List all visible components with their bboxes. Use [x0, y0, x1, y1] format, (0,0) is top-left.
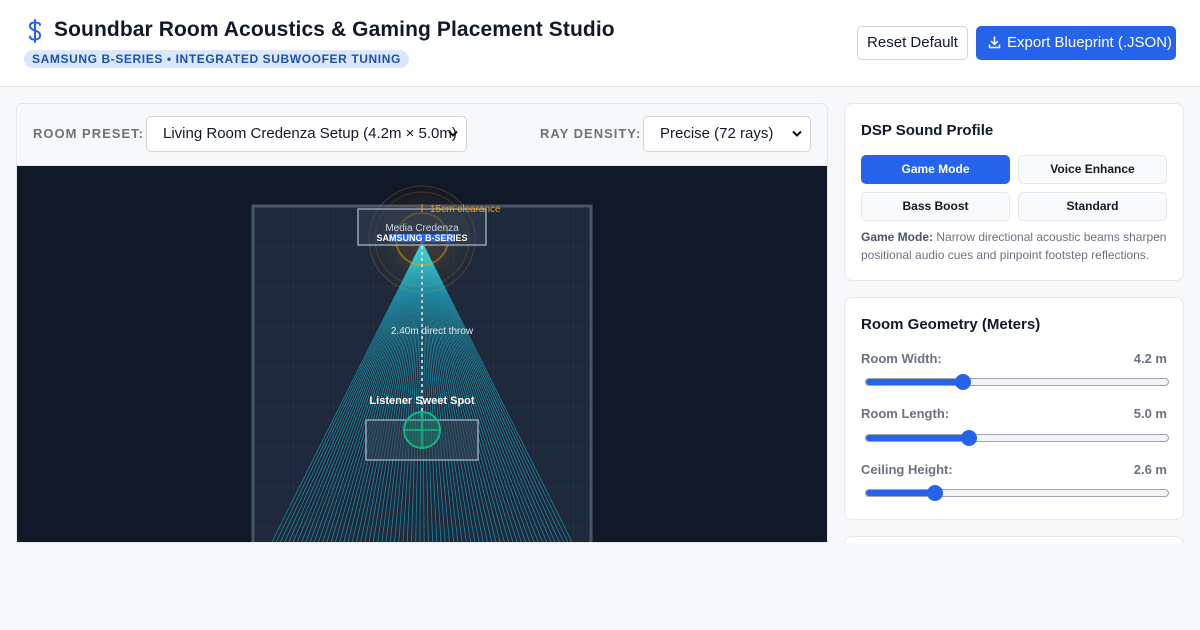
download-icon: [988, 36, 1001, 49]
room-diagram: Media Credenza SAMSUNG B-SERIES 15cm cle…: [251, 184, 593, 542]
geometry-card-title: Room Geometry (Meters): [861, 316, 1041, 333]
slider-thumb[interactable]: [960, 430, 977, 446]
dsp-sound-profile-card: DSP Sound Profile Game Mode Voice Enhanc…: [844, 103, 1184, 281]
export-blueprint-button[interactable]: Export Blueprint (.JSON): [976, 26, 1176, 60]
export-button-label: Export Blueprint (.JSON): [1007, 34, 1173, 51]
page-fold: [836, 543, 1200, 630]
slider-fill: [866, 435, 969, 441]
ceiling-height-slider[interactable]: [865, 485, 1169, 501]
mode-description: Game Mode: Narrow directional acoustic b…: [861, 228, 1171, 264]
soundbar-label: SAMSUNG B-SERIES: [376, 233, 467, 243]
room-length-value: 5.0 m: [1133, 406, 1167, 421]
ray-density-select[interactable]: Precise (72 rays): [643, 116, 811, 152]
ceiling-height-label: Ceiling Height:: [861, 462, 953, 477]
ceiling-height-value: 2.6 m: [1133, 462, 1167, 477]
ray-density-label: RAY DENSITY:: [540, 126, 642, 141]
room-canvas[interactable]: Media Credenza SAMSUNG B-SERIES 15cm cle…: [17, 166, 827, 542]
mode-button-bass-boost[interactable]: Bass Boost: [861, 192, 1010, 221]
slider-thumb[interactable]: [954, 374, 971, 390]
chevron-down-icon: [792, 130, 802, 137]
room-length-slider[interactable]: [865, 430, 1169, 446]
room-visualizer-panel: ROOM PRESET: Living Room Credenza Setup …: [16, 103, 828, 543]
reset-default-button[interactable]: Reset Default: [857, 26, 968, 60]
room-preset-value: Living Room Credenza Setup (4.2m × 5.0m): [163, 125, 457, 142]
room-preset-select[interactable]: Living Room Credenza Setup (4.2m × 5.0m): [146, 116, 467, 152]
slider-fill: [866, 490, 936, 496]
subtitle-badge: SAMSUNG B-SERIES • INTEGRATED SUBWOOFER …: [24, 50, 409, 68]
listener-label: Listener Sweet Spot: [369, 395, 474, 407]
clearance-label: 15cm clearance: [430, 204, 501, 215]
mode-description-title: Game Mode:: [861, 230, 934, 244]
room-width-value: 4.2 m: [1133, 351, 1167, 366]
page-title: Soundbar Room Acoustics & Gaming Placeme…: [54, 18, 615, 41]
mode-button-voice-enhance[interactable]: Voice Enhance: [1018, 155, 1167, 184]
dsp-card-title: DSP Sound Profile: [861, 122, 994, 139]
mode-button-standard[interactable]: Standard: [1018, 192, 1167, 221]
ray-density-value: Precise (72 rays): [660, 125, 774, 142]
throw-label: 2.40m direct throw: [391, 326, 474, 337]
visualizer-toolbar: ROOM PRESET: Living Room Credenza Setup …: [17, 104, 827, 166]
room-width-slider[interactable]: [865, 374, 1169, 390]
room-geometry-card: Room Geometry (Meters) Room Width: 4.2 m…: [844, 297, 1184, 520]
app-header: Soundbar Room Acoustics & Gaming Placeme…: [0, 0, 1200, 87]
mode-button-game[interactable]: Game Mode: [861, 155, 1010, 184]
slider-fill: [866, 379, 963, 385]
chevron-down-icon: [448, 130, 458, 137]
room-width-label: Room Width:: [861, 351, 942, 366]
room-length-label: Room Length:: [861, 406, 950, 421]
dollar-sign-icon: [28, 19, 42, 43]
room-preset-label: ROOM PRESET:: [33, 126, 144, 141]
slider-thumb[interactable]: [927, 485, 944, 501]
